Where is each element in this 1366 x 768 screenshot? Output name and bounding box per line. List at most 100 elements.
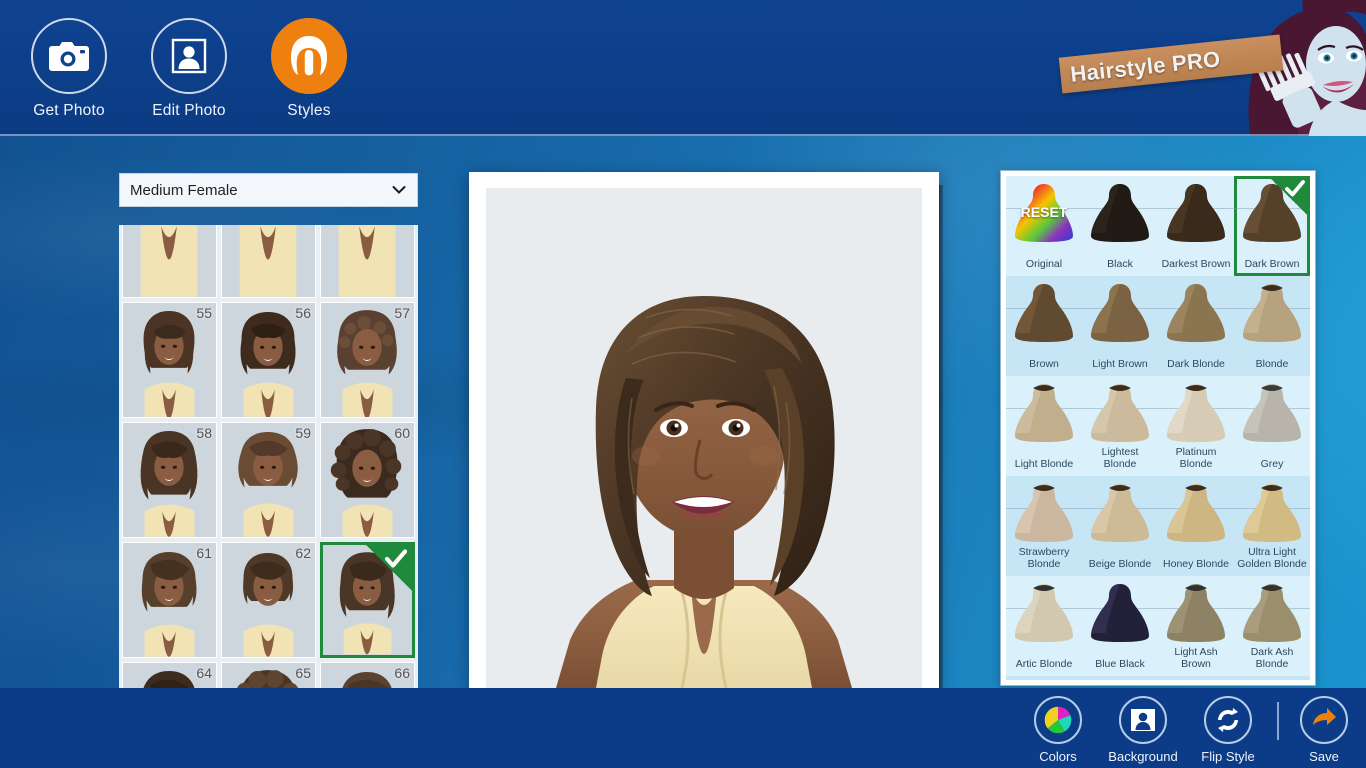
nav-button-get-photo[interactable]: Get Photo: [4, 18, 134, 120]
color-label: Artic Blonde: [1015, 658, 1073, 670]
camera-icon: [49, 42, 89, 71]
hairstyle-thumb-58[interactable]: 58: [122, 422, 217, 538]
color-swatch-lightest-blonde[interactable]: Lightest Blonde: [1082, 376, 1158, 476]
hair-cone-icon: [1243, 384, 1301, 442]
color-swatch-grey[interactable]: Grey: [1234, 376, 1310, 476]
list-item[interactable]: [320, 225, 415, 298]
colors-circle: [1034, 696, 1082, 744]
color-swatch-darkest-brown[interactable]: Darkest Brown: [1158, 176, 1234, 276]
toolbar-button-save[interactable]: Save: [1268, 696, 1366, 764]
hair-cone-icon: [1167, 284, 1225, 342]
color-label: Dark Brown: [1244, 258, 1300, 270]
cone-shape: [1012, 282, 1076, 344]
hair-wig-icon: [291, 36, 327, 76]
toolbar-label-save: Save: [1309, 749, 1339, 764]
color-swatch-honey-blonde[interactable]: Honey Blonde: [1158, 476, 1234, 576]
hairstyle-thumb-62[interactable]: 62: [221, 542, 316, 658]
cone-shape: [1088, 582, 1152, 644]
cone-shape: [1012, 482, 1076, 544]
color-swatch-ultra-light-golden-blonde[interactable]: Ultra Light Golden Blonde: [1234, 476, 1310, 576]
hairstyle-thumb-64[interactable]: 64: [122, 662, 217, 688]
hairstyle-thumb-57[interactable]: 57: [320, 302, 415, 418]
portrait-icon: [171, 38, 207, 74]
cone-shape: [1088, 382, 1152, 444]
hairstyle-thumb-59[interactable]: 59: [221, 422, 316, 538]
color-swatch-original[interactable]: RESET Original: [1006, 176, 1082, 276]
nav-button-edit-photo[interactable]: Edit Photo: [124, 18, 254, 120]
hair-cone-icon: [1015, 384, 1073, 442]
cone-shape: [1240, 282, 1304, 344]
color-label: Brown: [1029, 358, 1059, 370]
hair-cone-icon: [1167, 384, 1225, 442]
hairstyle-thumbnail-grid: 55 56 57 58 59 60 61 62 64 65 66: [119, 225, 418, 688]
nav-label-styles: Styles: [287, 102, 331, 119]
hair-cone-icon: [1167, 484, 1225, 542]
cone-shape: [1164, 482, 1228, 544]
hairstyle-thumb-61[interactable]: 61: [122, 542, 217, 658]
color-swatch-light-ash-brown[interactable]: Light Ash Brown: [1158, 576, 1234, 676]
hairstyle-thumb-66[interactable]: 66: [320, 662, 415, 688]
color-label: Blue Black: [1095, 658, 1145, 670]
color-label: Ultra Light Golden Blonde: [1237, 546, 1307, 570]
color-swatch-strawberry-blonde[interactable]: Strawberry Blonde: [1006, 476, 1082, 576]
styles-circle: [271, 18, 347, 94]
color-swatch-dark-blonde[interactable]: Dark Blonde: [1158, 276, 1234, 376]
hairstyle-thumb-65[interactable]: 65: [221, 662, 316, 688]
cone-shape: [1164, 282, 1228, 344]
main-photo-frame[interactable]: [469, 172, 939, 688]
thumb-number: 56: [295, 305, 311, 321]
arrow-right-icon: [1313, 708, 1336, 725]
color-swatch-dark-brown[interactable]: Dark Brown: [1234, 176, 1310, 276]
thumb-number: 59: [295, 425, 311, 441]
portrait-icon: [1131, 709, 1155, 731]
hair-cone-icon: [1091, 384, 1149, 442]
cone-shape: [1012, 582, 1076, 644]
thumb-number: 64: [196, 665, 212, 681]
thumb-number: 58: [196, 425, 212, 441]
hairstyle-thumbnail-panel[interactable]: 55 56 57 58 59 60 61 62 64 65 66: [119, 225, 418, 688]
cone-shape: [1240, 382, 1304, 444]
cone-shape: [1012, 382, 1076, 444]
color-swatch-dark-ash-blonde[interactable]: Dark Ash Blonde: [1234, 576, 1310, 676]
save-circle: [1300, 696, 1348, 744]
color-label: Platinum Blonde: [1175, 446, 1217, 470]
hair-cone-icon: [1091, 584, 1149, 642]
color-swatch-light-brown[interactable]: Light Brown: [1082, 276, 1158, 376]
hair-color-panel[interactable]: RESET Original Black Darkest Brown Dark …: [1000, 170, 1316, 686]
hair-cone-icon: [1091, 284, 1149, 342]
color-label: Blonde: [1255, 358, 1289, 370]
color-swatch-blonde[interactable]: Blonde: [1234, 276, 1310, 376]
chevron-down-icon: [392, 186, 406, 194]
list-item[interactable]: [122, 225, 217, 298]
nav-button-styles[interactable]: Styles: [244, 18, 374, 120]
hairstyle-thumb-60[interactable]: 60: [320, 422, 415, 538]
cone-shape: [1240, 582, 1304, 644]
color-swatch-brown[interactable]: Brown: [1006, 276, 1082, 376]
color-swatch-black[interactable]: Black: [1082, 176, 1158, 276]
list-item[interactable]: [221, 225, 316, 298]
color-label: Darkest Brown: [1161, 258, 1231, 270]
color-label: Light Ash Brown: [1174, 646, 1218, 670]
cone-shape: [1240, 482, 1304, 544]
hair-cone-icon: [1243, 484, 1301, 542]
hair-cone-icon: [1015, 284, 1073, 342]
color-swatch-artic-blonde[interactable]: Artic Blonde: [1006, 576, 1082, 676]
get-photo-circle: [31, 18, 107, 94]
color-swatch-light-blonde[interactable]: Light Blonde: [1006, 376, 1082, 476]
cone-shape: [1164, 382, 1228, 444]
hairstyle-thumb-56[interactable]: 56: [221, 302, 316, 418]
hairstyle-thumb-63[interactable]: [320, 542, 415, 658]
color-swatch-platinum-blonde[interactable]: Platinum Blonde: [1158, 376, 1234, 476]
hairstyle-thumb-55[interactable]: 55: [122, 302, 217, 418]
hair-cone-icon: [1167, 584, 1225, 642]
style-category-dropdown[interactable]: Medium Female: [119, 173, 418, 207]
hair-cone-icon: [1091, 484, 1149, 542]
hair-cone-icon: [1243, 284, 1301, 342]
color-swatch-blue-black[interactable]: Blue Black: [1082, 576, 1158, 676]
bottom-toolbar: Colors Background Flip Style Save: [0, 688, 1366, 768]
cone-shape: [1088, 282, 1152, 344]
thumb-number: 65: [295, 665, 311, 681]
color-swatch-beige-blonde[interactable]: Beige Blonde: [1082, 476, 1158, 576]
cone-shape: [1088, 182, 1152, 244]
color-label: Grey: [1260, 458, 1284, 470]
